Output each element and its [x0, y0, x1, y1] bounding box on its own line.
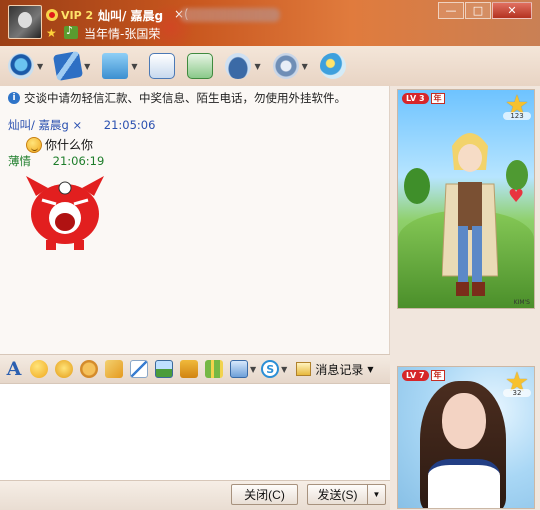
history-icon — [296, 362, 312, 376]
graduation-hat-icon — [225, 53, 252, 79]
message-time: 21:05:06 — [103, 118, 156, 132]
level-label: LV 3 — [402, 93, 429, 104]
font-icon[interactable]: A — [5, 358, 23, 380]
gift-icon[interactable] — [180, 360, 198, 378]
avatar-character — [442, 133, 498, 296]
level-badge: LV 3 年 — [402, 93, 445, 104]
vip-service-button[interactable]: ▼ — [225, 53, 261, 79]
star-count: 32 — [503, 389, 531, 397]
globe-icon — [319, 53, 346, 79]
chevron-down-icon[interactable]: ▼ — [84, 62, 90, 71]
contact-qq-show[interactable]: ♥ LV 3 年 ★ 123 KIM'S — [397, 89, 535, 309]
send-image-icon[interactable] — [155, 360, 173, 378]
message-input[interactable] — [0, 384, 390, 480]
minimize-button[interactable]: — — [438, 2, 464, 19]
chevron-down-icon[interactable]: ▼ — [37, 62, 43, 71]
gear-app-icon — [272, 53, 299, 79]
contact-avatar[interactable] — [8, 5, 42, 39]
send-button[interactable]: 发送(S) — [307, 484, 367, 505]
chevron-down-icon[interactable]: ▼ — [131, 62, 137, 71]
security-notice: i 交谈中请勿轻信汇款、中奖信息、陌生电话，勿使用外挂软件。 — [8, 90, 346, 106]
magic-emoticon-icon[interactable] — [55, 360, 73, 378]
heart-icon: ♥ — [508, 186, 525, 207]
close-button[interactable]: 关闭(C) — [231, 484, 298, 505]
year-badge: 年 — [430, 93, 445, 104]
chevron-down-icon[interactable]: ▼ — [254, 62, 260, 71]
blurred-email — [180, 8, 280, 22]
emoticon-icon — [26, 136, 42, 153]
qzone-button[interactable] — [319, 53, 346, 79]
send-file-button[interactable]: ▼ — [102, 53, 137, 79]
photo-face — [442, 393, 486, 449]
message-body: 你什么你 — [26, 136, 93, 153]
year-badge: 年 — [430, 370, 445, 381]
chevron-down-icon[interactable]: ▼ — [250, 365, 256, 374]
info-icon: i — [8, 92, 20, 104]
contact-nickname: 灿叫/ 嘉晨g — [98, 9, 164, 23]
cookie-icon[interactable] — [80, 360, 98, 378]
chevron-down-icon[interactable]: ▼ — [302, 62, 308, 71]
message-text: 你什么你 — [45, 138, 94, 152]
message-time: 21:06:19 — [52, 154, 105, 168]
self-qq-show[interactable]: LV 7 年 ★ 32 — [397, 366, 535, 509]
microphone-icon — [53, 50, 84, 82]
message-history-button[interactable]: 消息记录 ▼ — [296, 361, 373, 378]
message-header: 灿叫/ 嘉晨g × 21:05:06 — [8, 117, 155, 133]
window-controls: — □ ✕ — [437, 2, 532, 19]
input-toolbar: A ▼ S ▼ 消息记录 ▼ — [0, 354, 390, 384]
apps-button[interactable]: ▼ — [272, 53, 308, 79]
qq-penguin-icon — [46, 9, 58, 21]
mail-icon — [149, 53, 176, 79]
folder-icon — [102, 53, 129, 79]
status-signature[interactable]: 当年情-张国荣 — [84, 25, 160, 42]
bottom-bar: 关闭(C) 发送(S) ▼ — [0, 480, 390, 510]
vip-label[interactable]: VIP 2 — [61, 9, 93, 22]
title-bar: VIP 2 灿叫/ 嘉晨g ×( ★ 当年情-张国荣 — □ ✕ — [0, 0, 540, 46]
soso-icon[interactable]: S — [261, 360, 280, 378]
angry-cat-sticker — [26, 176, 104, 250]
star-count: 123 — [503, 112, 531, 120]
video-call-button[interactable]: ▼ — [8, 53, 43, 79]
right-panel: ♥ LV 3 年 ★ 123 KIM'S LV 7 年 ★ 32 — [390, 86, 540, 510]
maximize-button[interactable]: □ — [465, 2, 491, 19]
main-toolbar: ▼ ▼ ▼ ▼ ▼ — [0, 46, 540, 86]
shake-window-icon[interactable] — [105, 360, 123, 378]
voice-call-button[interactable]: ▼ — [53, 50, 90, 82]
watermark: KIM'S — [513, 299, 530, 306]
history-label: 消息记录 — [315, 362, 364, 377]
emoticon-icon[interactable] — [30, 360, 48, 378]
notice-text: 交谈中请勿轻信汇款、中奖信息、陌生电话，勿使用外挂软件。 — [24, 91, 346, 105]
star-icon: ★ — [46, 26, 57, 40]
level-label: LV 7 — [402, 370, 429, 381]
present-box-icon[interactable] — [205, 360, 223, 378]
webcam-icon — [8, 53, 34, 79]
chat-history[interactable]: i 交谈中请勿轻信汇款、中奖信息、陌生电话，勿使用外挂软件。 灿叫/ 嘉晨g ×… — [0, 86, 390, 354]
tree-decoration — [404, 168, 430, 204]
close-window-button[interactable]: ✕ — [492, 2, 532, 19]
music-icon[interactable] — [64, 24, 78, 39]
message-sender: 灿叫/ 嘉晨g × — [8, 118, 83, 132]
level-badge: LV 7 年 — [402, 370, 445, 381]
note-icon — [187, 53, 214, 79]
screenshot-icon[interactable] — [230, 360, 248, 378]
note-button[interactable] — [187, 53, 214, 79]
photo-shirt — [428, 459, 500, 508]
chevron-down-icon[interactable]: ▼ — [367, 365, 373, 374]
chevron-down-icon[interactable]: ▼ — [281, 365, 287, 374]
send-options-dropdown[interactable]: ▼ — [367, 484, 386, 505]
doodle-icon[interactable] — [130, 360, 148, 378]
send-mail-button[interactable] — [149, 53, 176, 79]
message-header: 薄情 21:06:19 — [8, 153, 104, 169]
message-sender: 薄情 — [8, 154, 31, 168]
